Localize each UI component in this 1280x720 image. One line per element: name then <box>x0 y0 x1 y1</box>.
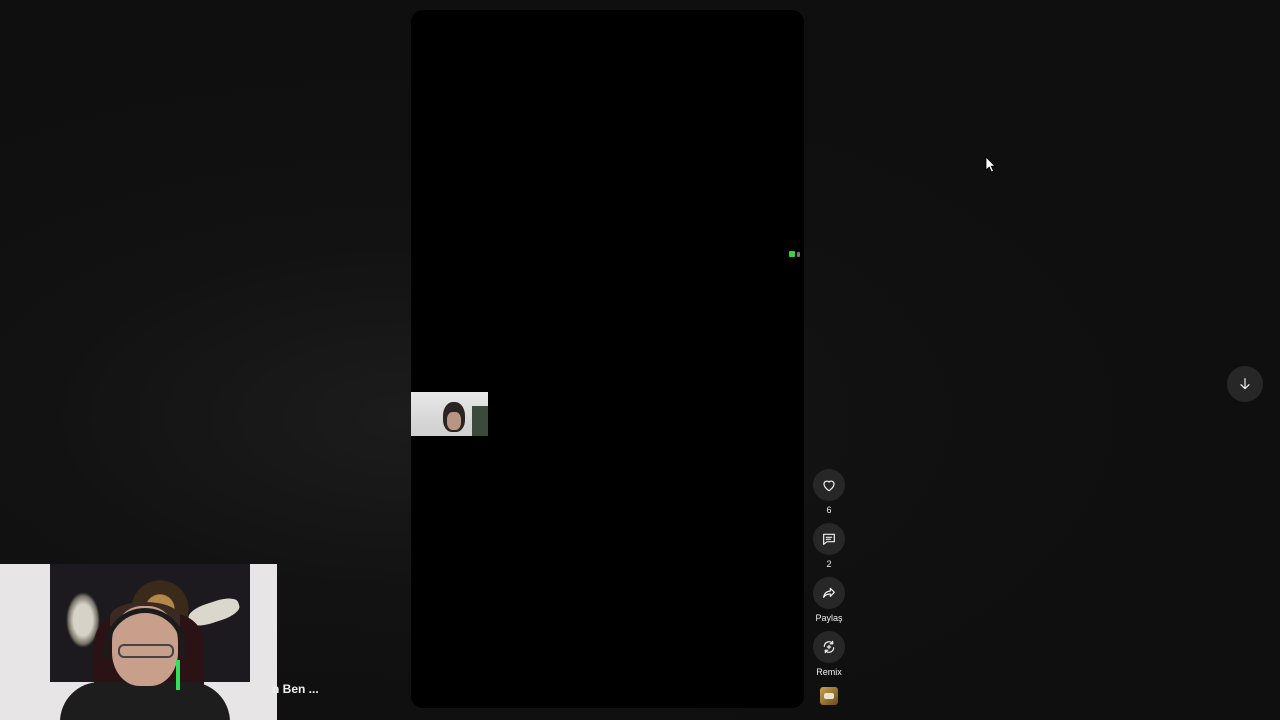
share-action: Paylaş <box>813 577 845 623</box>
heart-icon <box>823 480 835 492</box>
arrow-down-icon <box>1240 378 1250 390</box>
mouse-cursor-icon <box>985 156 996 173</box>
like-button[interactable] <box>813 469 845 501</box>
channel-name-text: n Ben ... <box>272 682 319 696</box>
like-action: 6 <box>813 469 845 515</box>
remix-button[interactable] <box>813 631 845 663</box>
share-button[interactable] <box>813 577 845 609</box>
comment-button[interactable] <box>813 523 845 555</box>
sound-avatar[interactable] <box>820 687 838 705</box>
like-count: 6 <box>826 505 832 515</box>
remix-icon <box>823 640 835 654</box>
video-inset-thumbnail <box>411 392 488 436</box>
comment-action: 2 <box>813 523 845 569</box>
short-video-player[interactable] <box>411 10 804 708</box>
share-icon <box>823 587 835 598</box>
share-label: Paylaş <box>815 613 843 623</box>
webcam-overlay <box>0 564 277 720</box>
comment-count: 2 <box>826 559 832 569</box>
signal-indicator <box>789 250 801 258</box>
shorts-page: 6 2 Paylaş Remix n Ben ... <box>0 0 1280 720</box>
remix-label: Remix <box>816 667 842 677</box>
comment-icon <box>823 533 835 545</box>
action-rail: 6 2 Paylaş Remix <box>812 469 846 705</box>
next-video-button[interactable] <box>1227 366 1263 402</box>
remix-action: Remix <box>813 631 845 677</box>
